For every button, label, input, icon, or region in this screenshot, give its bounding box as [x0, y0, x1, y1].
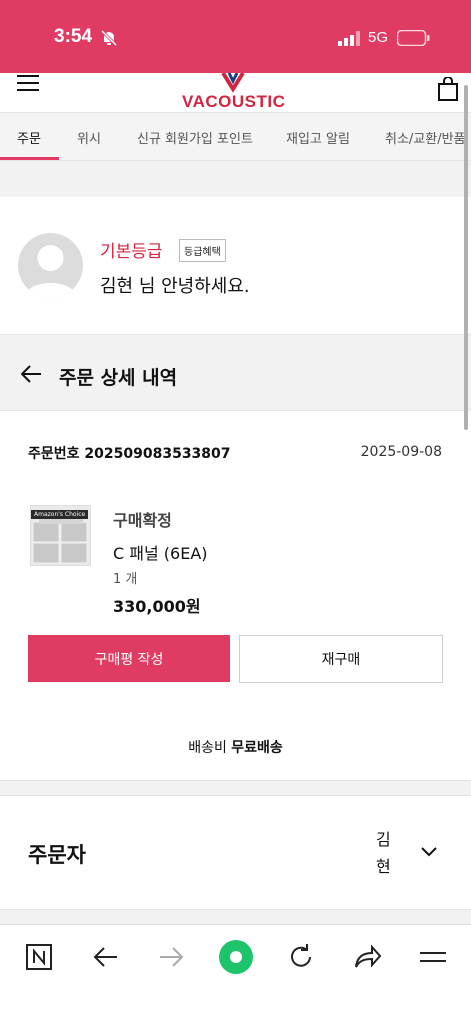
back-arrow-icon[interactable]: [91, 942, 121, 972]
reorder-button[interactable]: 재구매: [239, 635, 443, 683]
membership-grade: 기본등급: [100, 242, 163, 262]
section-divider: [0, 910, 471, 924]
tab-wish[interactable]: 위시: [77, 128, 101, 147]
tab-signup-points[interactable]: 신규 회원가입 포인트: [137, 128, 253, 147]
forward-arrow-icon[interactable]: [156, 942, 186, 972]
naver-icon[interactable]: [25, 942, 55, 972]
shipping-info: 배송비 무료배송: [0, 737, 471, 757]
orderer-title: 주문자: [28, 843, 86, 867]
network-type: 5G: [368, 29, 389, 46]
shopping-bag-icon[interactable]: [437, 77, 459, 101]
order-number-value: 202509083533807: [84, 446, 231, 462]
item-status: 구매확정: [113, 511, 172, 530]
write-review-button[interactable]: 구매평 작성: [28, 635, 230, 682]
item-price: 330,000원: [113, 597, 201, 616]
share-icon[interactable]: [352, 942, 382, 972]
green-dot-icon[interactable]: [218, 939, 254, 975]
app-header: VACOUSTIC: [0, 73, 471, 113]
product-thumbnail[interactable]: Amazon's Choice: [30, 505, 91, 566]
greeting-text: 김현 님 안녕하세요.: [100, 276, 250, 297]
battery-icon: [397, 30, 430, 46]
back-arrow-icon[interactable]: [21, 365, 41, 383]
page-title: 주문 상세 내역: [59, 367, 178, 389]
logo-mark[interactable]: [219, 73, 247, 93]
tab-order[interactable]: 주문: [17, 128, 41, 147]
signal-icon: [338, 31, 360, 46]
amazons-choice-badge: Amazon's Choice: [31, 510, 89, 519]
avatar: [18, 233, 83, 298]
hamburger-menu-icon[interactable]: [17, 73, 39, 95]
active-tab-indicator: [0, 157, 59, 160]
item-quantity: 1 개: [113, 572, 138, 587]
chevron-down-icon[interactable]: [420, 846, 438, 858]
scrollbar[interactable]: [464, 85, 468, 430]
profile-card: 기본등급 등급혜택 김현 님 안녕하세요.: [0, 197, 471, 334]
shipping-label: 배송비: [188, 740, 227, 756]
tab-cancel-exchange-return[interactable]: 취소/교환/반품: [385, 128, 466, 147]
order-number: 주문번호 202509083533807: [28, 443, 231, 463]
item-name[interactable]: C 패널 (6EA): [113, 540, 208, 564]
bell-off-icon: [100, 29, 118, 47]
section-header: 주문 상세 내역: [0, 334, 471, 411]
order-date: 2025-09-08: [360, 444, 442, 460]
section-divider: [0, 780, 471, 796]
order-number-label: 주문번호: [28, 446, 80, 462]
order-card: 주문번호 202509083533807 2025-09-08 Amazon's…: [0, 411, 471, 780]
menu-icon[interactable]: [418, 942, 448, 972]
orderer-section[interactable]: 주문자 김현: [0, 796, 471, 910]
tab-bar: 주문 위시 신규 회원가입 포인트 재입고 알림 취소/교환/반품: [0, 113, 471, 161]
default-avatar-icon: [24, 245, 77, 298]
grade-benefits-button[interactable]: 등급혜택: [179, 239, 226, 262]
shipping-value: 무료배송: [231, 740, 283, 756]
section-divider: [0, 161, 471, 197]
status-bar: 3:54 5G: [0, 0, 471, 73]
logo-text[interactable]: VACOUSTIC: [182, 92, 285, 112]
reload-icon[interactable]: [286, 942, 316, 972]
browser-toolbar: [0, 924, 471, 1024]
orderer-name: 김현: [376, 830, 391, 876]
tab-restock-alert[interactable]: 재입고 알림: [286, 128, 350, 147]
status-time: 3:54: [54, 26, 93, 47]
